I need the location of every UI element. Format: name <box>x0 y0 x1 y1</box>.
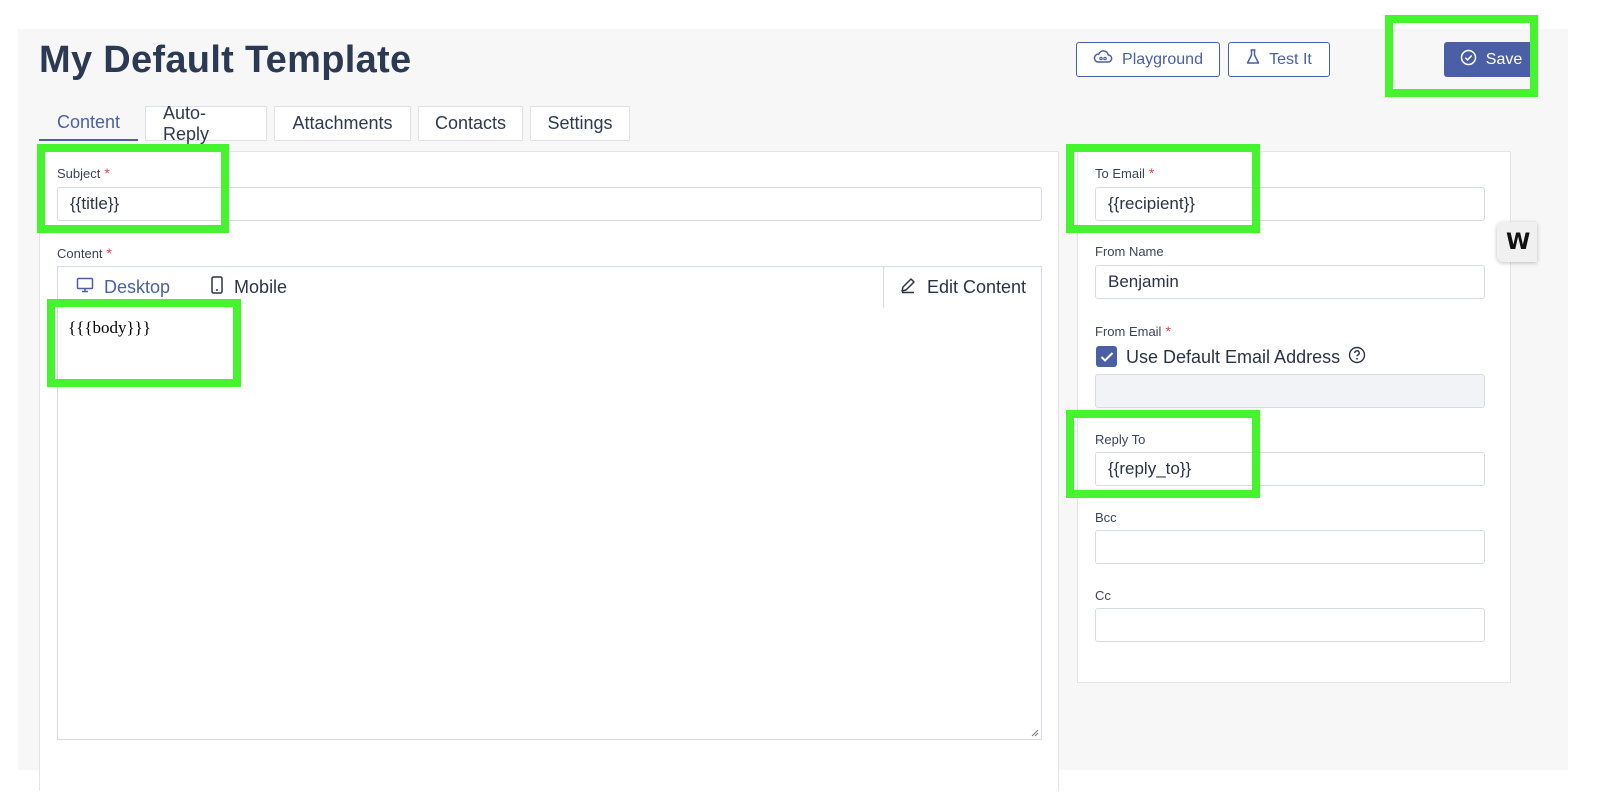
subject-input[interactable]: {{title}} <box>57 187 1042 221</box>
resize-handle-icon[interactable] <box>1029 727 1039 737</box>
tab-settings[interactable]: Settings <box>530 106 630 141</box>
cloud-icon <box>1093 49 1113 70</box>
tab-contacts[interactable]: Contacts <box>418 106 523 141</box>
tab-attachments[interactable]: Attachments <box>274 106 411 141</box>
test-it-label: Test It <box>1269 50 1312 68</box>
playground-label: Playground <box>1122 50 1203 68</box>
to-email-label: To Email * <box>1095 165 1155 181</box>
required-mark: * <box>1148 165 1155 181</box>
required-mark: * <box>104 165 110 181</box>
cc-input[interactable] <box>1095 608 1485 642</box>
editor-toolbar: Desktop Mobile Edit Content <box>57 266 1042 309</box>
desktop-view-tab[interactable]: Desktop <box>76 277 170 298</box>
tab-content[interactable]: Content <box>39 106 138 141</box>
from-name-label: From Name <box>1095 244 1164 259</box>
mobile-view-tab[interactable]: Mobile <box>210 276 287 299</box>
to-email-input[interactable]: {{recipient}} <box>1095 187 1485 221</box>
check-circle-icon <box>1460 49 1477 71</box>
help-circle-icon[interactable] <box>1348 346 1366 369</box>
mobile-label: Mobile <box>234 277 288 297</box>
bcc-label: Bcc <box>1095 510 1117 525</box>
check-icon <box>1100 351 1113 362</box>
email-settings-panel: To Email * {{recipient}} From Name Benjam… <box>1077 151 1511 683</box>
edit-content-label: Edit Content <box>926 277 1027 297</box>
cc-label: Cc <box>1095 588 1111 603</box>
pencil-icon <box>899 276 917 299</box>
use-default-email-checkbox[interactable] <box>1096 346 1117 367</box>
mobile-icon <box>210 276 224 299</box>
save-label: Save <box>1485 50 1523 68</box>
use-default-email-row: Use Default Email Address <box>1126 346 1366 369</box>
save-button[interactable]: Save <box>1444 42 1538 77</box>
tab-auto-reply[interactable]: Auto-Reply <box>145 103 267 144</box>
from-email-input <box>1095 374 1485 408</box>
required-mark: * <box>1165 323 1171 339</box>
template-editor-page: My Default Template Playground Test It S… <box>18 29 1568 791</box>
flask-icon <box>1246 49 1260 70</box>
reply-to-input[interactable]: {{reply_to}} <box>1095 452 1485 486</box>
content-panel: Subject * {{title}} Content * Desktop Mobi… <box>39 151 1059 791</box>
test-it-button[interactable]: Test It <box>1228 42 1330 77</box>
use-default-email-label: Use Default Email Address <box>1126 347 1341 367</box>
from-name-input[interactable]: Benjamin <box>1095 265 1485 299</box>
side-widget-tab[interactable]: W <box>1497 222 1537 262</box>
template-tabs: Content Auto-Reply Attachments Contacts … <box>39 103 630 144</box>
edit-content-button[interactable]: Edit Content <box>883 267 1041 308</box>
desktop-icon <box>76 277 94 298</box>
from-email-label: From Email * <box>1095 323 1171 339</box>
subject-label: Subject * <box>57 165 110 181</box>
body-text: {{{body}}} <box>68 318 151 337</box>
content-label: Content * <box>57 245 112 261</box>
bcc-input[interactable] <box>1095 530 1485 564</box>
required-mark: * <box>106 245 112 261</box>
content-preview[interactable]: {{{body}}} <box>57 308 1042 740</box>
reply-to-label: Reply To <box>1095 432 1146 447</box>
page-title: My Default Template <box>39 39 412 81</box>
playground-button[interactable]: Playground <box>1076 42 1220 77</box>
desktop-label: Desktop <box>104 277 171 297</box>
